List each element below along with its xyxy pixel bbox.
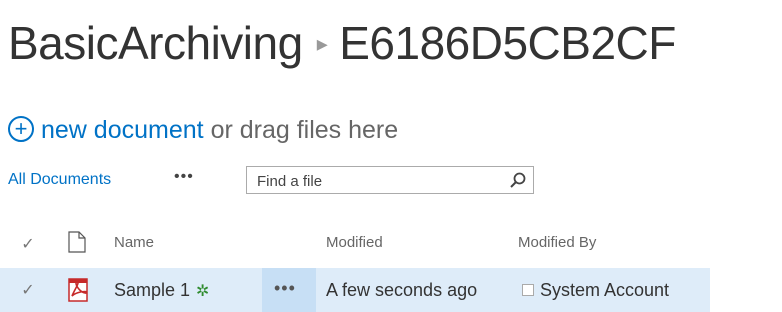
more-views-button[interactable]: ••• — [174, 168, 194, 186]
new-document-bar: + new document or drag files here — [8, 112, 398, 148]
search-icon[interactable] — [509, 171, 527, 189]
column-header-row: ✓ Name Modified Modified By — [0, 226, 720, 260]
new-item-icon: ✲ — [196, 283, 210, 300]
breadcrumb-library[interactable]: BasicArchiving — [8, 17, 303, 69]
search-input[interactable] — [255, 170, 499, 192]
column-modified[interactable]: Modified — [326, 234, 383, 251]
row-checkmark[interactable]: ✓ — [18, 280, 38, 300]
modified-value: A few seconds ago — [326, 280, 478, 300]
page-title: BasicArchiving ▸ E6186D5CB2CF — [8, 8, 782, 88]
breadcrumb-folder: E6186D5CB2CF — [339, 17, 676, 69]
breadcrumb-separator-icon: ▸ — [316, 30, 328, 56]
document-type-icon[interactable] — [68, 231, 86, 253]
select-all-checkmark[interactable]: ✓ — [18, 234, 38, 254]
new-document-link[interactable]: new document — [41, 116, 204, 144]
table-row[interactable]: ✓ Sample 1 ✲ ••• A few seconds ago System… — [0, 268, 710, 312]
search-box[interactable] — [246, 166, 534, 194]
modified-by-user[interactable]: System Account — [540, 280, 669, 301]
file-name-text[interactable]: Sample 1 — [114, 280, 190, 300]
view-all-documents[interactable]: All Documents — [8, 171, 111, 189]
ellipsis-icon[interactable]: ••• — [274, 278, 296, 299]
view-bar: All Documents ••• — [8, 166, 548, 196]
pdf-icon — [68, 278, 88, 302]
column-modified-by[interactable]: Modified By — [518, 234, 596, 251]
add-circle-icon[interactable]: + — [8, 116, 34, 143]
presence-indicator-icon — [522, 284, 534, 296]
file-name[interactable]: Sample 1 ✲ — [114, 280, 209, 301]
item-actions-button[interactable]: ••• — [262, 268, 316, 312]
drag-files-hint: or drag files here — [210, 116, 399, 144]
column-name[interactable]: Name — [114, 234, 154, 251]
